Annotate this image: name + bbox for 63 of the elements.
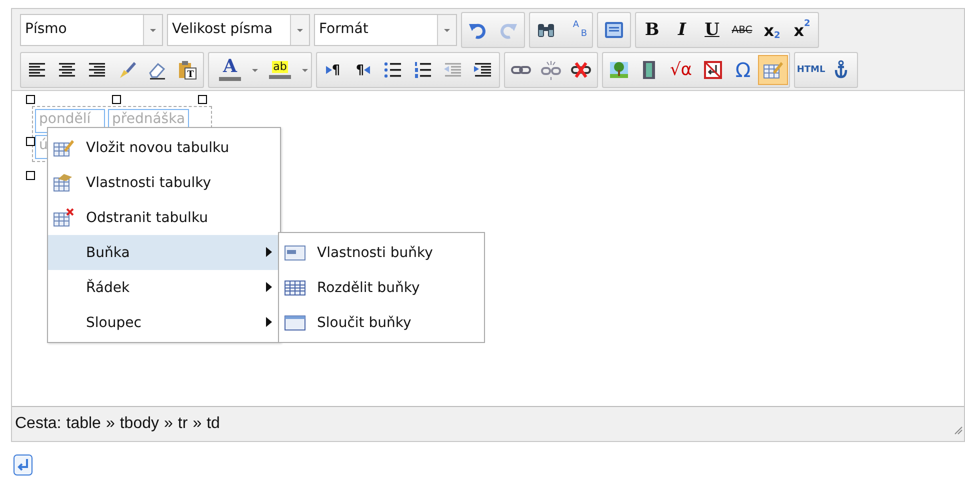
special-character-button[interactable]: Ω <box>728 55 758 85</box>
path-separator: » <box>164 415 173 433</box>
submenu-arrow-icon <box>266 316 272 326</box>
underline-button[interactable]: U <box>697 15 727 45</box>
dropdown-arrow-icon <box>148 26 158 34</box>
path-separator: » <box>192 415 202 433</box>
resize-grip-icon <box>953 425 963 435</box>
equation-button[interactable]: √α <box>664 55 698 85</box>
chain-cross-icon <box>571 60 591 80</box>
table-cross-icon <box>52 208 76 228</box>
italic-button[interactable]: I <box>667 15 697 45</box>
menu-item[interactable]: Buňka <box>48 235 280 270</box>
resize-handle[interactable] <box>26 95 35 104</box>
cell-properties-icon <box>283 242 307 262</box>
left-to-right-button[interactable]: ¶ <box>318 55 348 85</box>
window-icon <box>604 20 624 40</box>
path-element[interactable]: td <box>206 415 220 433</box>
path-label: Cesta: <box>15 415 62 433</box>
merge-cells-icon <box>283 312 307 332</box>
menu-item[interactable]: Řádek <box>48 270 280 305</box>
numbered-list-icon <box>413 60 433 80</box>
table-pencil-icon <box>763 60 783 80</box>
table-button[interactable] <box>758 55 788 85</box>
path-element[interactable]: table <box>66 415 101 433</box>
submenu-arrow-icon <box>266 246 272 256</box>
broken-chain-icon <box>541 60 561 80</box>
dropdown[interactable]: Velikost písma <box>167 14 310 46</box>
font-color-button[interactable]: A <box>210 55 250 85</box>
submenu-arrow-icon <box>266 282 272 292</box>
menu-item[interactable]: Rozdělit buňky <box>279 270 484 305</box>
dropdown-arrow-icon <box>295 26 305 34</box>
highlight-button[interactable]: ab <box>260 55 300 85</box>
resize-handle[interactable] <box>26 137 35 146</box>
path-element[interactable]: tbody <box>120 415 159 433</box>
brush-icon <box>117 60 137 80</box>
menu-item[interactable]: Sloučit buňky <box>279 305 484 340</box>
menu-item[interactable]: Vlastnosti buňky <box>279 235 484 270</box>
triangle-icon <box>364 65 370 75</box>
menu-item[interactable]: Odstranit tabulku <box>48 200 280 235</box>
strikethrough-button[interactable]: ABC <box>727 15 757 45</box>
dropdown[interactable]: Písmo <box>20 14 163 46</box>
subscript-button[interactable]: x$_{2}$ <box>757 15 787 45</box>
resize-handle[interactable] <box>112 95 121 104</box>
menu-item[interactable]: Vlastnosti tabulky <box>48 165 280 200</box>
crossed-box-icon <box>703 60 723 80</box>
table-pencil-icon <box>52 138 76 158</box>
eraser-icon <box>147 60 167 80</box>
split-cells-icon <box>283 278 307 298</box>
paste-text-button[interactable]: T <box>172 55 202 85</box>
superscript-button[interactable]: x$^{2}$ <box>787 15 817 45</box>
path-separator: » <box>106 415 115 433</box>
triangle-icon <box>326 65 332 75</box>
resize-handle[interactable] <box>26 171 35 180</box>
bullet-list-icon <box>383 60 403 80</box>
return-icon <box>13 454 33 476</box>
resize-handle[interactable] <box>198 95 207 104</box>
menu-item[interactable]: Sloupec <box>48 305 280 340</box>
right-to-left-button[interactable]: ¶ <box>348 55 378 85</box>
tree-image-icon <box>609 60 629 80</box>
dropdown-arrow-icon <box>442 26 452 34</box>
dropdown[interactable]: Formát <box>314 14 457 46</box>
path-element[interactable]: tr <box>178 415 188 433</box>
bold-button[interactable]: B <box>637 15 667 45</box>
